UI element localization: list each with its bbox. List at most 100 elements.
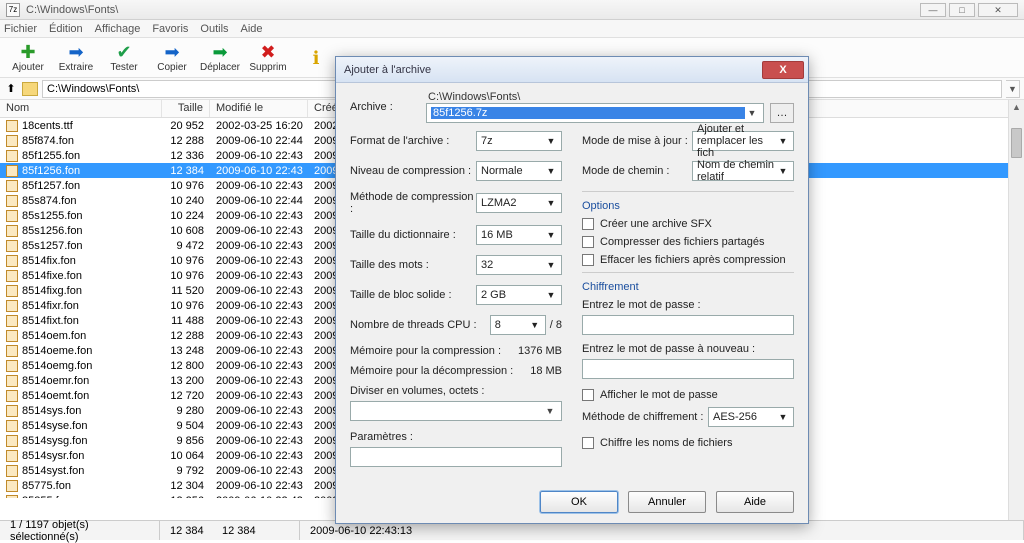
dict-label: Taille du dictionnaire :	[350, 229, 476, 241]
status-selection: 1 / 1197 objet(s) sélectionné(s)	[0, 521, 160, 540]
file-name: 85s1257.fon	[22, 240, 83, 252]
encnames-checkbox[interactable]: Chiffre les noms de fichiers	[582, 437, 794, 449]
sfx-checkbox[interactable]: Créer une archive SFX	[582, 218, 794, 230]
shared-checkbox[interactable]: Compresser des fichiers partagés	[582, 236, 794, 248]
toolbar-déplacer[interactable]: ➡Déplacer	[196, 42, 244, 73]
file-icon	[6, 270, 18, 282]
file-modified: 2009-06-10 22:43	[210, 375, 308, 387]
close-button[interactable]: ✕	[978, 3, 1018, 17]
toolbar-ajouter[interactable]: ✚Ajouter	[4, 42, 52, 73]
menu-favoris[interactable]: Favoris	[152, 23, 188, 35]
file-name: 85s874.fon	[22, 195, 76, 207]
file-size: 12 800	[162, 360, 210, 372]
encmethod-select[interactable]: AES-256▼	[708, 407, 794, 427]
pathmode-select[interactable]: Nom de chemin relatif▼	[692, 161, 794, 181]
toolbar-tester[interactable]: ✔Tester	[100, 42, 148, 73]
file-icon	[6, 315, 18, 327]
archive-label: Archive :	[350, 101, 420, 113]
app-icon: 7z	[6, 3, 20, 17]
path-dropdown-arrow[interactable]: ▼	[1006, 80, 1020, 98]
file-size: 9 280	[162, 405, 210, 417]
file-name: 8514fixt.fon	[22, 315, 79, 327]
file-size: 10 976	[162, 270, 210, 282]
file-modified: 2009-06-10 22:43	[210, 420, 308, 432]
file-modified: 2009-06-10 22:43	[210, 315, 308, 327]
scroll-up-icon[interactable]: ▲	[1009, 100, 1024, 114]
chevron-down-icon: ▼	[777, 166, 789, 176]
file-modified: 2009-06-10 22:43	[210, 360, 308, 372]
file-modified: 2009-06-10 22:43	[210, 330, 308, 342]
minimize-button[interactable]: —	[920, 3, 946, 17]
col-header-size[interactable]: Taille	[162, 100, 210, 117]
file-modified: 2009-06-10 22:43	[210, 495, 308, 499]
level-select[interactable]: Normale▼	[476, 161, 562, 181]
block-label: Taille de bloc solide :	[350, 289, 476, 301]
toolbar-copier[interactable]: ➡Copier	[148, 42, 196, 73]
menu-aide[interactable]: Aide	[241, 23, 263, 35]
split-combo[interactable]: ▼	[350, 401, 562, 421]
file-icon	[6, 465, 18, 477]
word-select[interactable]: 32▼	[476, 255, 562, 275]
file-name: 8514sysr.fon	[22, 450, 84, 462]
password2-label: Entrez le mot de passe à nouveau :	[582, 343, 794, 355]
file-size: 12 304	[162, 480, 210, 492]
delete-checkbox[interactable]: Effacer les fichiers après compression	[582, 254, 794, 266]
chevron-down-icon: ▼	[545, 260, 557, 270]
method-select[interactable]: LZMA2▼	[476, 193, 562, 213]
showpwd-checkbox[interactable]: Afficher le mot de passe	[582, 389, 794, 401]
file-name: 8514fixg.fon	[22, 285, 82, 297]
file-name: 85f1257.fon	[22, 180, 80, 192]
format-select[interactable]: 7z▼	[476, 131, 562, 151]
browse-button[interactable]: …	[770, 103, 794, 123]
col-header-modified[interactable]: Modifié le	[210, 100, 308, 117]
menu-fichier[interactable]: Fichier	[4, 23, 37, 35]
archive-name-combo[interactable]: 85f1256.7z ▼	[426, 103, 764, 123]
file-size: 20 952	[162, 120, 210, 132]
file-size: 12 720	[162, 390, 210, 402]
password-input[interactable]	[582, 315, 794, 335]
file-modified: 2009-06-10 22:43	[210, 300, 308, 312]
file-modified: 2009-06-10 22:43	[210, 165, 308, 177]
password2-input[interactable]	[582, 359, 794, 379]
up-icon[interactable]: ⬆	[4, 82, 18, 95]
file-modified: 2002-03-25 16:20	[210, 120, 308, 132]
maximize-button[interactable]: □	[949, 3, 975, 17]
col-header-name[interactable]: Nom	[0, 100, 162, 117]
file-icon	[6, 420, 18, 432]
params-input[interactable]	[350, 447, 562, 467]
checkbox-icon	[582, 254, 594, 266]
dict-select[interactable]: 16 MB▼	[476, 225, 562, 245]
file-icon	[6, 135, 18, 147]
help-button[interactable]: Aide	[716, 491, 794, 513]
scroll-thumb[interactable]	[1011, 128, 1022, 158]
password-label: Entrez le mot de passe :	[582, 299, 794, 311]
block-select[interactable]: 2 GB▼	[476, 285, 562, 305]
archive-name-value: 85f1256.7z	[431, 107, 745, 119]
file-name: 85s1256.fon	[22, 225, 83, 237]
file-size: 10 240	[162, 195, 210, 207]
ok-button[interactable]: OK	[540, 491, 618, 513]
toolbar-supprim[interactable]: ✖Supprim	[244, 42, 292, 73]
vertical-scrollbar[interactable]: ▲	[1008, 100, 1024, 520]
cpu-select[interactable]: 8▼	[490, 315, 546, 335]
dialog-close-button[interactable]: X	[762, 61, 804, 79]
toolbar-label: Copier	[148, 62, 196, 73]
toolbar-glyph-icon: ✖	[244, 42, 292, 62]
chevron-down-icon: ▼	[545, 290, 557, 300]
dialog-titlebar[interactable]: Ajouter à l'archive X	[336, 57, 808, 83]
cancel-button[interactable]: Annuler	[628, 491, 706, 513]
toolbar-glyph-icon: ✚	[4, 42, 52, 62]
file-icon	[6, 435, 18, 447]
file-modified: 2009-06-10 22:43	[210, 435, 308, 447]
menu-edition[interactable]: Édition	[49, 23, 83, 35]
update-select[interactable]: Ajouter et remplacer les fich▼	[692, 131, 794, 151]
menu-affichage[interactable]: Affichage	[95, 23, 141, 35]
toolbar-info[interactable]: ℹ	[292, 48, 340, 68]
file-icon	[6, 480, 18, 492]
menu-outils[interactable]: Outils	[200, 23, 228, 35]
chevron-down-icon: ▼	[543, 406, 557, 416]
word-label: Taille des mots :	[350, 259, 476, 271]
file-icon	[6, 240, 18, 252]
toolbar-extraire[interactable]: ➡Extraire	[52, 42, 100, 73]
file-name: 8514syst.fon	[22, 465, 84, 477]
